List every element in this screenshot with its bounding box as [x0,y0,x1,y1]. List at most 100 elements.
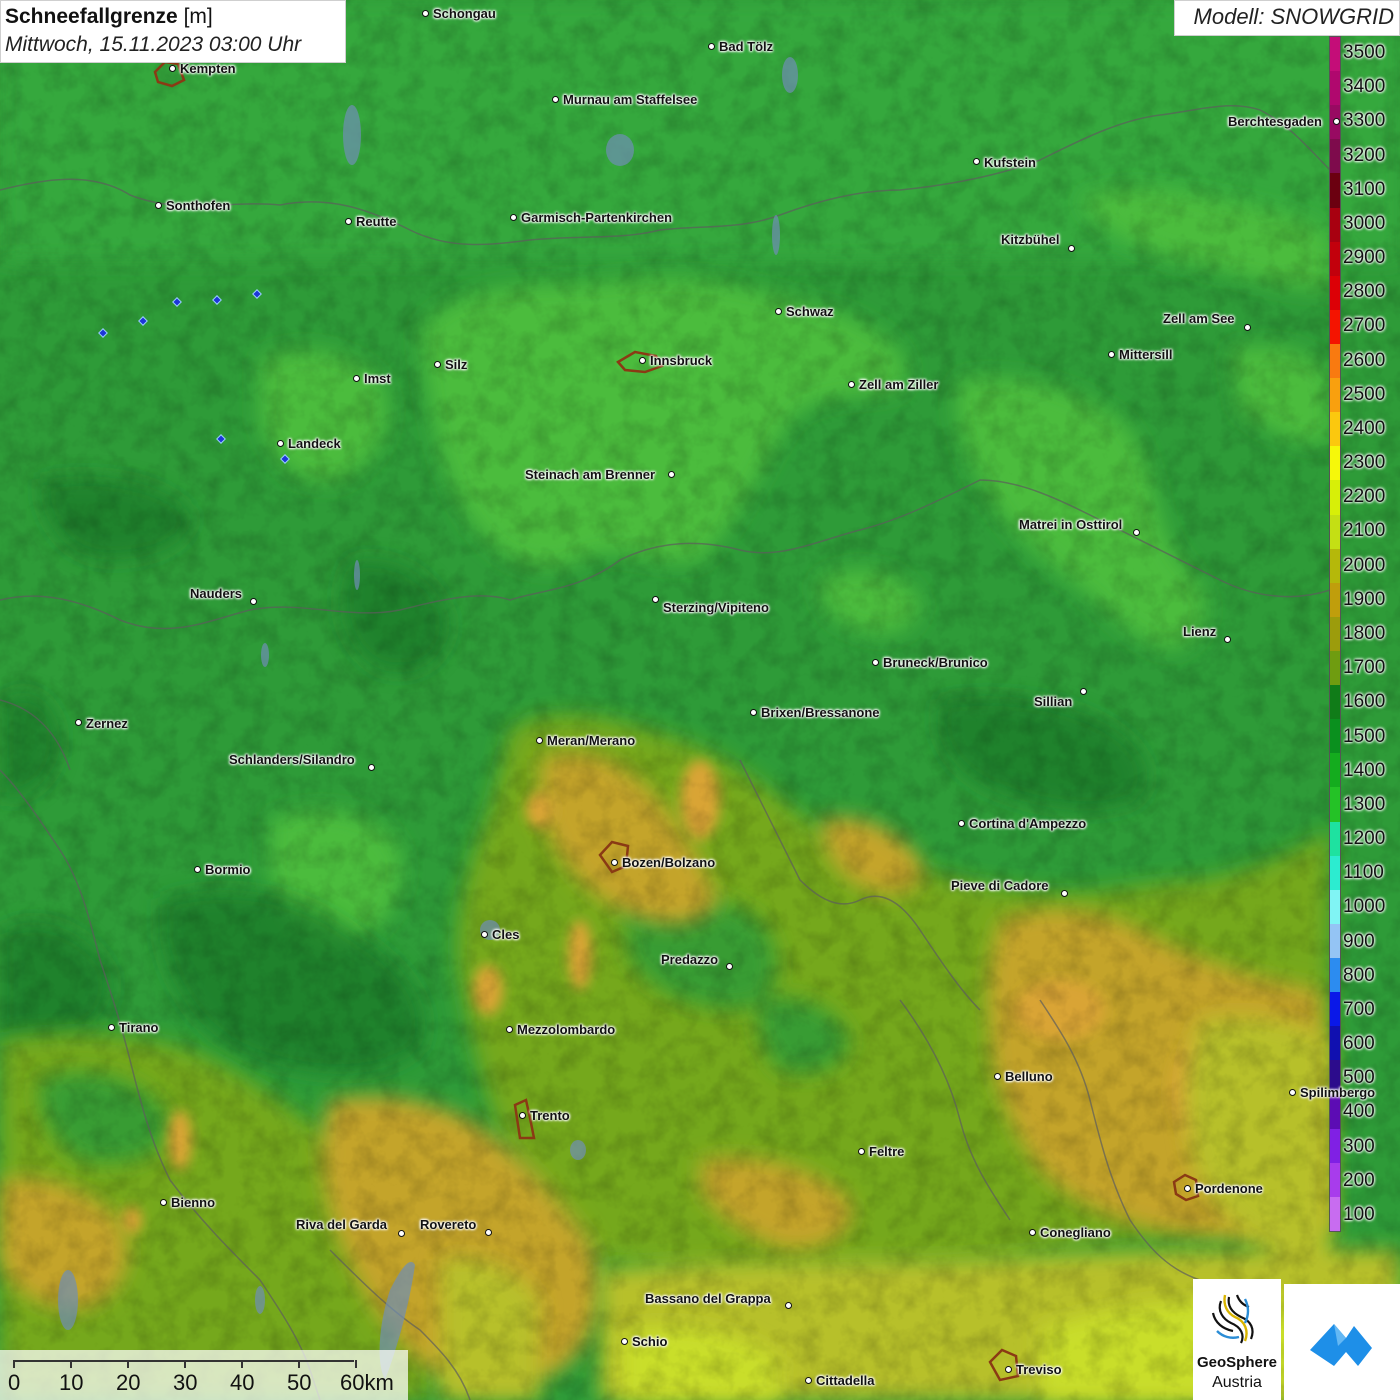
map-viewer[interactable]: Schneefallgrenze [m] Mittwoch, 15.11.202… [0,0,1400,1400]
city-marker-icon[interactable] [518,1111,526,1119]
city-marker-icon[interactable] [1243,323,1251,331]
city-marker-icon[interactable] [667,470,675,478]
legend-label: 600 [1343,1033,1375,1055]
scale-bar: 0 10 20 30 40 50 60km [0,1350,408,1400]
legend-swatch [1330,309,1340,344]
city-marker-icon[interactable] [651,595,659,603]
city-marker-icon[interactable] [480,930,488,938]
city-marker-icon[interactable] [749,708,757,716]
city-marker-icon[interactable] [707,42,715,50]
legend-label: 1700 [1343,657,1386,679]
city-marker-icon[interactable] [957,819,965,827]
city-marker-icon[interactable] [1028,1228,1036,1236]
app-logo[interactable] [1284,1284,1400,1400]
city-marker-icon[interactable] [993,1072,1001,1080]
scale-label: 20 [116,1370,141,1395]
scale-label: 60km [340,1370,394,1395]
legend-label: 1600 [1343,691,1386,713]
city-marker-icon[interactable] [107,1023,115,1031]
legend-label: 2600 [1343,349,1386,371]
city-marker-icon[interactable] [804,1376,812,1384]
city-marker-icon[interactable] [154,201,162,209]
city-marker-icon[interactable] [857,1147,865,1155]
city-marker-icon[interactable] [397,1229,405,1237]
city-marker-icon[interactable] [344,217,352,225]
legend-swatch [1330,139,1340,174]
legend-swatch [1330,378,1340,413]
map-title: Schneefallgrenze [m] [5,3,341,31]
city-marker-icon[interactable] [871,658,879,666]
scale-tick [13,1360,15,1368]
legend-swatch [1330,1196,1340,1231]
city-label: Mezzolombardo [517,1022,616,1037]
app-mountain-icon [1310,1324,1372,1366]
city-marker-icon[interactable] [535,736,543,744]
city-marker-icon[interactable] [74,718,82,726]
city-label: Silz [445,357,468,372]
scale-label: 0 [8,1370,21,1395]
geosphere-logo[interactable]: GeoSphere Austria [1193,1279,1281,1400]
city-label: Cittadella [816,1373,875,1388]
legend-swatch [1330,412,1340,447]
city-marker-icon[interactable] [725,962,733,970]
city-marker-icon[interactable] [159,1198,167,1206]
legend-swatch [1330,582,1340,617]
city-marker-icon[interactable] [1067,244,1075,252]
logo-line1: GeoSphere [1196,1354,1278,1371]
city-marker-icon[interactable] [638,356,646,364]
city-marker-icon[interactable] [620,1337,628,1345]
logo-line2: Austria [1212,1374,1262,1391]
city-marker-icon[interactable] [249,597,257,605]
legend-label: 700 [1343,998,1375,1020]
city-label: Imst [364,371,391,386]
city-marker-icon[interactable] [367,763,375,771]
scale-tick [127,1360,129,1368]
city-marker-icon[interactable] [784,1301,792,1309]
city-label: Bozen/Bolzano [622,855,716,870]
legend-swatch [1330,343,1340,379]
scale-tick [355,1360,357,1368]
city-marker-icon[interactable] [484,1228,492,1236]
city-marker-icon[interactable] [276,439,284,447]
city-marker-icon[interactable] [505,1025,513,1033]
city-label: Steinach am Brenner [525,467,656,482]
city-marker-icon[interactable] [1288,1088,1296,1096]
legend-swatch [1330,1162,1340,1197]
legend-swatch [1330,37,1340,72]
city-marker-icon[interactable] [610,858,618,866]
city-label: Riva del Garda [296,1217,388,1232]
city-marker-icon[interactable] [1004,1365,1012,1373]
legend-swatch [1330,719,1340,754]
legend-label: 3300 [1343,110,1386,132]
city-marker-icon[interactable] [193,865,201,873]
scale-label: 40 [230,1370,255,1395]
city-marker-icon[interactable] [1183,1184,1191,1192]
city-marker-icon[interactable] [1132,528,1140,536]
city-label: Matrei in Osttirol [1019,517,1123,532]
city-marker-icon[interactable] [972,157,980,165]
city-marker-icon[interactable] [1107,350,1115,358]
city-label: Bormio [205,862,251,877]
legend-label: 2400 [1343,417,1386,439]
city-marker-icon[interactable] [1223,635,1231,643]
city-marker-icon[interactable] [1332,117,1340,125]
legend-swatch [1330,992,1340,1027]
scale-tick [70,1360,72,1368]
city-marker-icon[interactable] [1079,687,1087,695]
city-marker-icon[interactable] [1060,889,1068,897]
city-marker-icon[interactable] [774,307,782,315]
city-marker-icon[interactable] [421,9,429,17]
city-marker-icon[interactable] [847,380,855,388]
city-label: Schio [632,1334,668,1349]
city-label: Kufstein [984,155,1036,170]
city-marker-icon[interactable] [509,213,517,221]
city-label: Nauders [190,586,243,601]
city-marker-icon[interactable] [551,95,559,103]
city-marker-icon[interactable] [352,374,360,382]
city-marker-icon[interactable] [168,64,176,72]
city-marker-icon[interactable] [433,360,441,368]
city-label: Landeck [288,436,341,451]
parameter-name: Schneefallgrenze [5,5,178,28]
legend-label: 1000 [1343,896,1386,918]
city-label: Zernez [86,716,128,731]
